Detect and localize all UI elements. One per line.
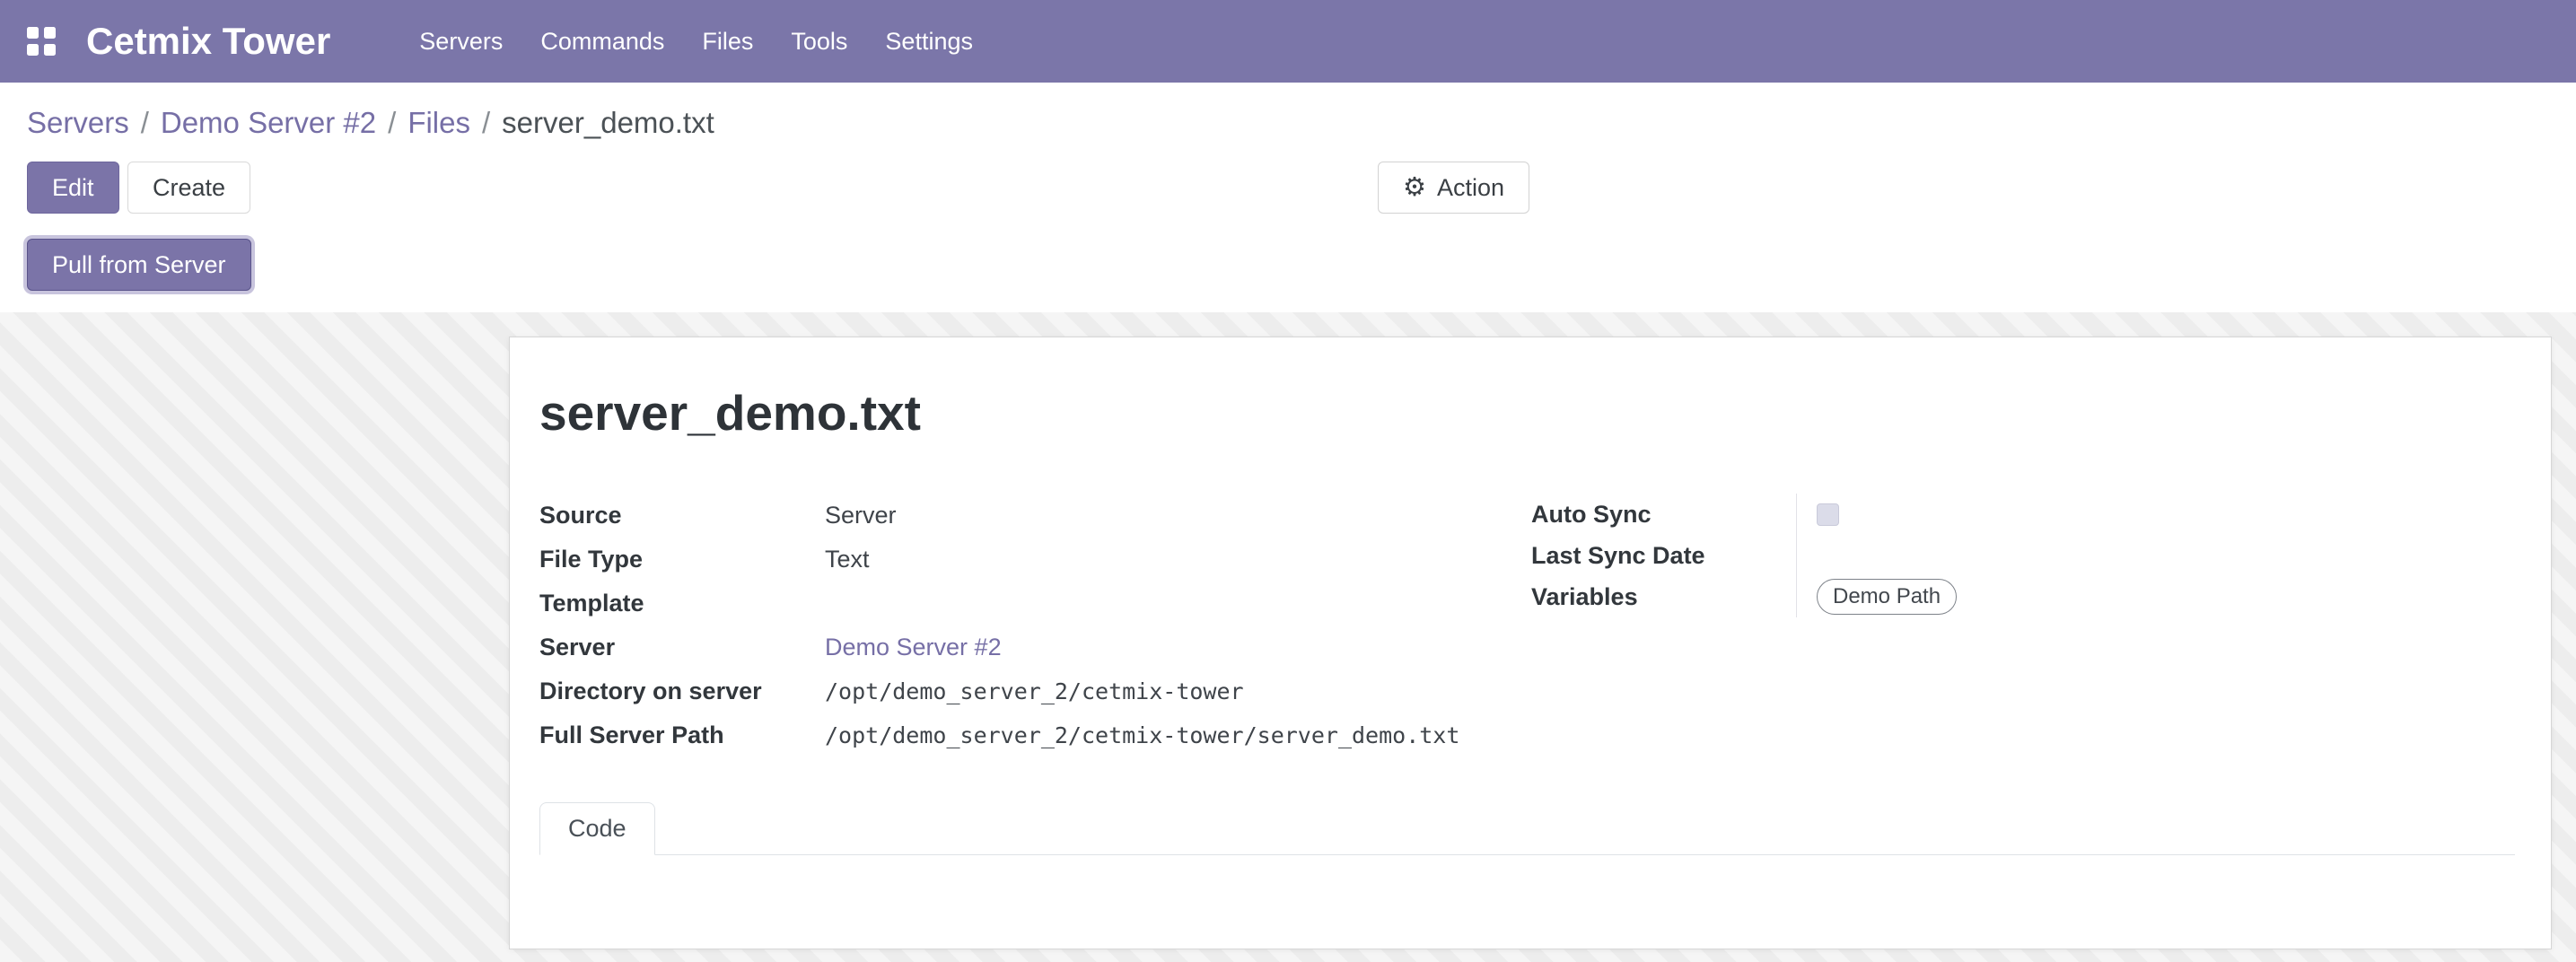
- field-row-last-sync: Last Sync Date: [1531, 535, 2515, 576]
- app-window: Cetmix Tower Servers Commands Files Tool…: [0, 0, 2576, 962]
- gear-icon: ⚙: [1403, 175, 1426, 201]
- breadcrumb-separator: /: [388, 106, 396, 140]
- apps-menu-icon[interactable]: [27, 27, 56, 56]
- field-value-last-sync: [1796, 535, 2515, 576]
- field-group-right: Auto Sync Last Sync Date Variables Demo …: [1531, 494, 2515, 617]
- field-label-last-sync: Last Sync Date: [1531, 542, 1796, 570]
- code-tab-content: [539, 855, 2515, 949]
- breadcrumb-separator: /: [141, 106, 149, 140]
- field-label-template: Template: [539, 590, 825, 617]
- button-row: Edit Create ⚙ Action: [27, 162, 2576, 214]
- field-label-source: Source: [539, 502, 825, 529]
- apps-menu-icon-square: [44, 27, 56, 39]
- apps-menu-icon-square: [44, 44, 56, 56]
- field-group-left: Source Server File Type Text Template Se…: [539, 494, 1531, 757]
- field-label-directory: Directory on server: [539, 678, 825, 705]
- edit-button[interactable]: Edit: [27, 162, 119, 214]
- apps-menu-icon-square: [27, 27, 39, 39]
- breadcrumb: Servers / Demo Server #2 / Files / serve…: [27, 106, 2576, 140]
- field-label-full-path: Full Server Path: [539, 722, 825, 749]
- action-button-label: Action: [1437, 174, 1504, 202]
- field-row-variables: Variables Demo Path: [1531, 576, 2515, 617]
- field-value-directory: /opt/demo_server_2/cetmix-tower: [825, 678, 1531, 704]
- apps-menu-icon-square: [27, 44, 39, 56]
- app-brand[interactable]: Cetmix Tower: [86, 20, 330, 63]
- main-menu: Servers Commands Files Tools Settings: [400, 0, 992, 83]
- nav-item-commands[interactable]: Commands: [521, 0, 683, 83]
- field-row-auto-sync: Auto Sync: [1531, 494, 2515, 535]
- field-row-source: Source Server: [539, 494, 1531, 538]
- nav-item-files[interactable]: Files: [683, 0, 772, 83]
- top-navbar: Cetmix Tower Servers Commands Files Tool…: [0, 0, 2576, 83]
- field-value-variables: Demo Path: [1796, 576, 2515, 617]
- field-value-auto-sync: [1796, 494, 2515, 535]
- field-value-file-type: Text: [825, 546, 1531, 573]
- field-grid: Source Server File Type Text Template Se…: [539, 494, 2515, 757]
- status-bar: Pull from Server: [27, 239, 2576, 291]
- action-dropdown-button[interactable]: ⚙ Action: [1378, 162, 1529, 214]
- pull-from-server-button[interactable]: Pull from Server: [27, 239, 251, 291]
- breadcrumb-link-servers[interactable]: Servers: [27, 106, 129, 140]
- variable-tag-demo-path: Demo Path: [1817, 579, 1957, 616]
- breadcrumb-link-files[interactable]: Files: [407, 106, 470, 140]
- nav-item-settings[interactable]: Settings: [866, 0, 992, 83]
- breadcrumb-current: server_demo.txt: [502, 106, 714, 140]
- field-row-directory: Directory on server /opt/demo_server_2/c…: [539, 669, 1531, 713]
- field-label-variables: Variables: [1531, 583, 1796, 611]
- field-label-auto-sync: Auto Sync: [1531, 501, 1796, 529]
- tab-code-label: Code: [568, 815, 626, 842]
- field-row-file-type: File Type Text: [539, 538, 1531, 582]
- create-button[interactable]: Create: [127, 162, 250, 214]
- nav-item-tools[interactable]: Tools: [772, 0, 866, 83]
- field-value-full-path: /opt/demo_server_2/cetmix-tower/server_d…: [825, 722, 1531, 748]
- record-title: server_demo.txt: [539, 384, 2515, 442]
- content-area: server_demo.txt Source Server File Type …: [0, 312, 2576, 962]
- tab-code[interactable]: Code: [539, 802, 655, 855]
- field-row-server: Server Demo Server #2: [539, 625, 1531, 669]
- nav-item-servers[interactable]: Servers: [400, 0, 521, 83]
- breadcrumb-link-demo-server[interactable]: Demo Server #2: [161, 106, 376, 140]
- control-panel: Servers / Demo Server #2 / Files / serve…: [0, 83, 2576, 312]
- field-value-server-link[interactable]: Demo Server #2: [825, 634, 1531, 661]
- field-row-full-path: Full Server Path /opt/demo_server_2/cetm…: [539, 713, 1531, 757]
- notebook-tabs: Code: [539, 802, 2515, 855]
- field-label-file-type: File Type: [539, 546, 825, 573]
- auto-sync-checkbox[interactable]: [1817, 503, 1839, 526]
- breadcrumb-separator: /: [482, 106, 490, 140]
- field-value-source: Server: [825, 502, 1531, 529]
- field-label-server: Server: [539, 634, 825, 661]
- field-row-template: Template: [539, 582, 1531, 625]
- form-sheet: server_demo.txt Source Server File Type …: [509, 337, 2552, 949]
